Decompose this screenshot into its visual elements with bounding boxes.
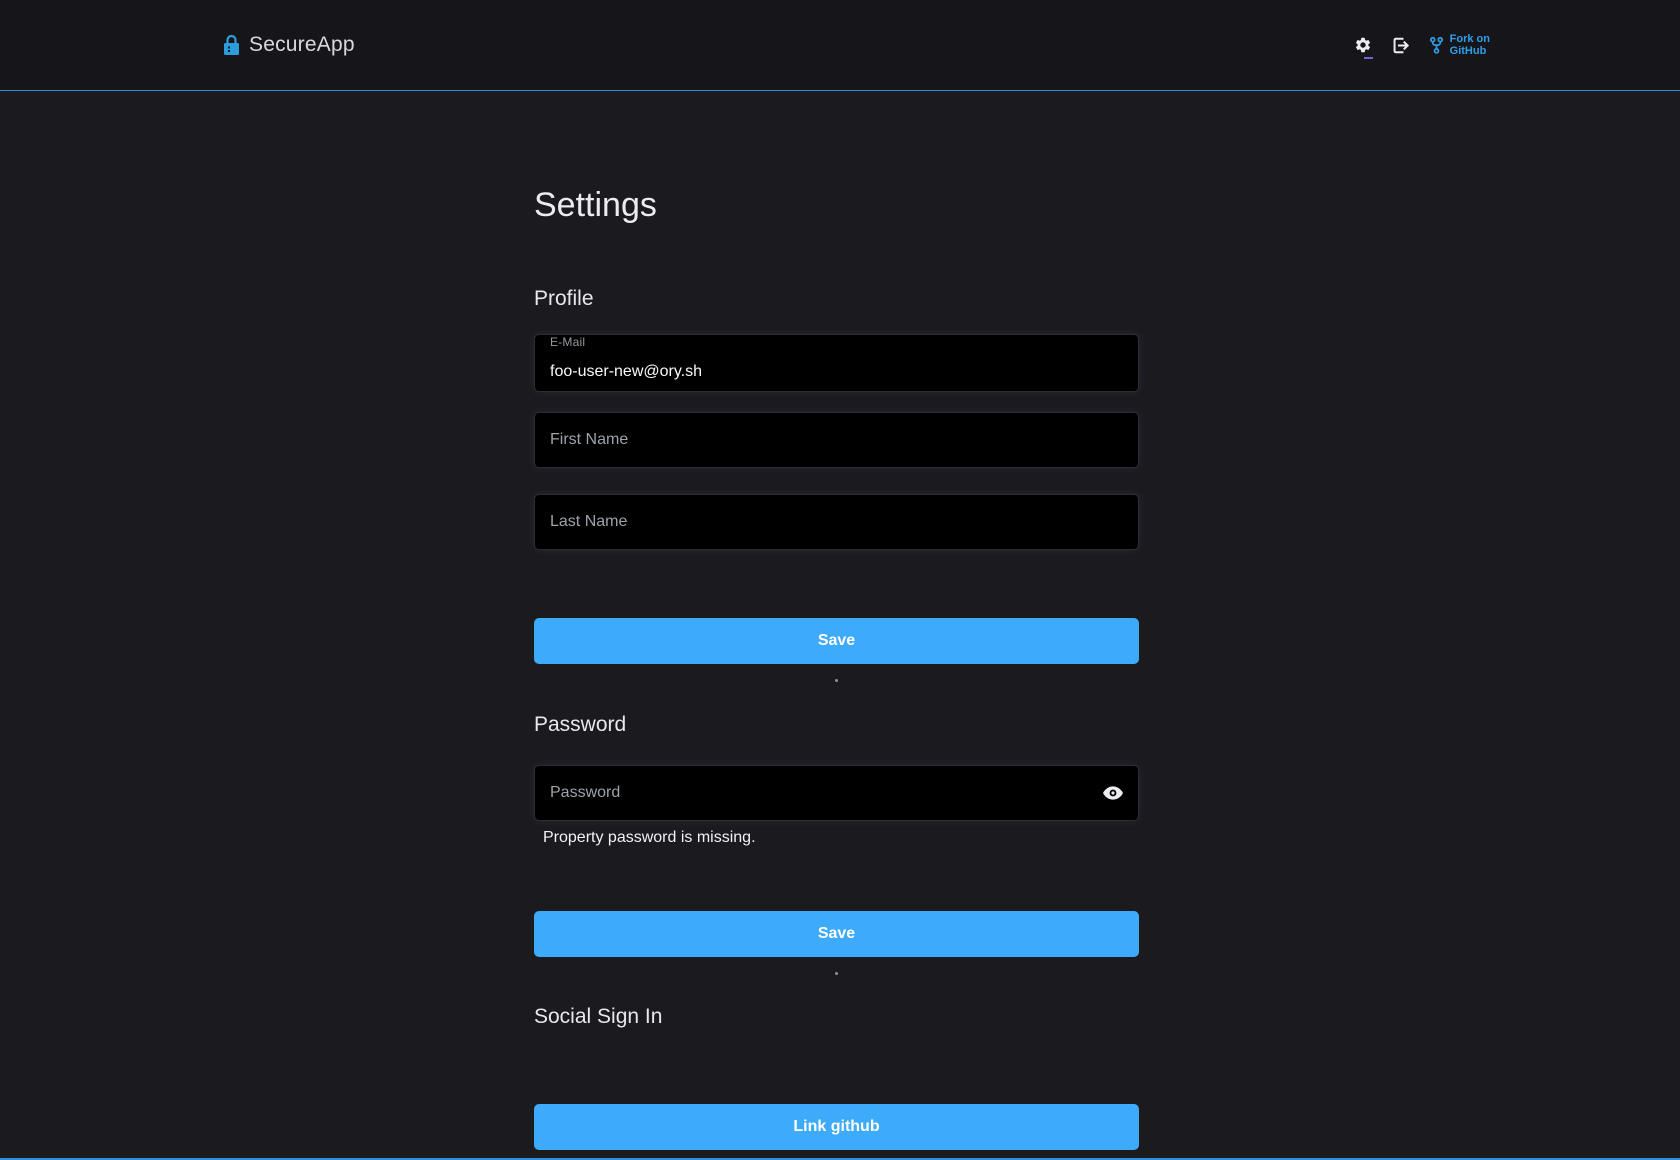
app-logo[interactable]: SecureApp: [223, 33, 355, 57]
email-input[interactable]: [550, 352, 1123, 391]
password-error-message: Property password is missing.: [534, 827, 1139, 849]
profile-section-heading: Profile: [534, 286, 1139, 312]
fork-on-github-link[interactable]: Fork on GitHub: [1429, 33, 1490, 58]
first-name-field[interactable]: [534, 412, 1139, 468]
password-field[interactable]: [534, 765, 1139, 821]
social-section-heading: Social Sign In: [534, 1004, 1139, 1030]
password-input[interactable]: [550, 784, 1093, 802]
email-field[interactable]: E-Mail: [534, 334, 1139, 392]
fork-link-label: Fork on GitHub: [1450, 33, 1490, 58]
link-github-button[interactable]: Link github: [534, 1104, 1139, 1150]
last-name-input[interactable]: [550, 513, 1123, 531]
email-label: E-Mail: [550, 335, 1123, 349]
page-title: Settings: [534, 185, 1139, 226]
password-section-heading: Password: [534, 712, 1139, 738]
last-name-field[interactable]: [534, 494, 1139, 550]
app-header: SecureApp: [0, 0, 1680, 91]
password-form-dot: [835, 972, 838, 975]
logout-icon: [1391, 36, 1410, 55]
git-fork-icon: [1429, 36, 1444, 55]
profile-form-dot: [835, 679, 838, 682]
header-actions: Fork on GitHub: [1354, 33, 1490, 58]
logout-button[interactable]: [1391, 36, 1410, 55]
eye-icon: [1103, 786, 1123, 800]
app-title: SecureApp: [249, 33, 355, 57]
gear-icon: [1354, 36, 1372, 54]
profile-save-button[interactable]: Save: [534, 618, 1139, 664]
password-save-button[interactable]: Save: [534, 911, 1139, 957]
first-name-input[interactable]: [550, 431, 1123, 449]
settings-gear-button[interactable]: [1354, 36, 1372, 54]
gear-active-underline: [1364, 57, 1373, 59]
toggle-password-visibility-button[interactable]: [1093, 786, 1123, 800]
lock-icon: [223, 34, 240, 56]
settings-page: Settings Profile E-Mail Save Password Pr…: [534, 185, 1139, 1150]
